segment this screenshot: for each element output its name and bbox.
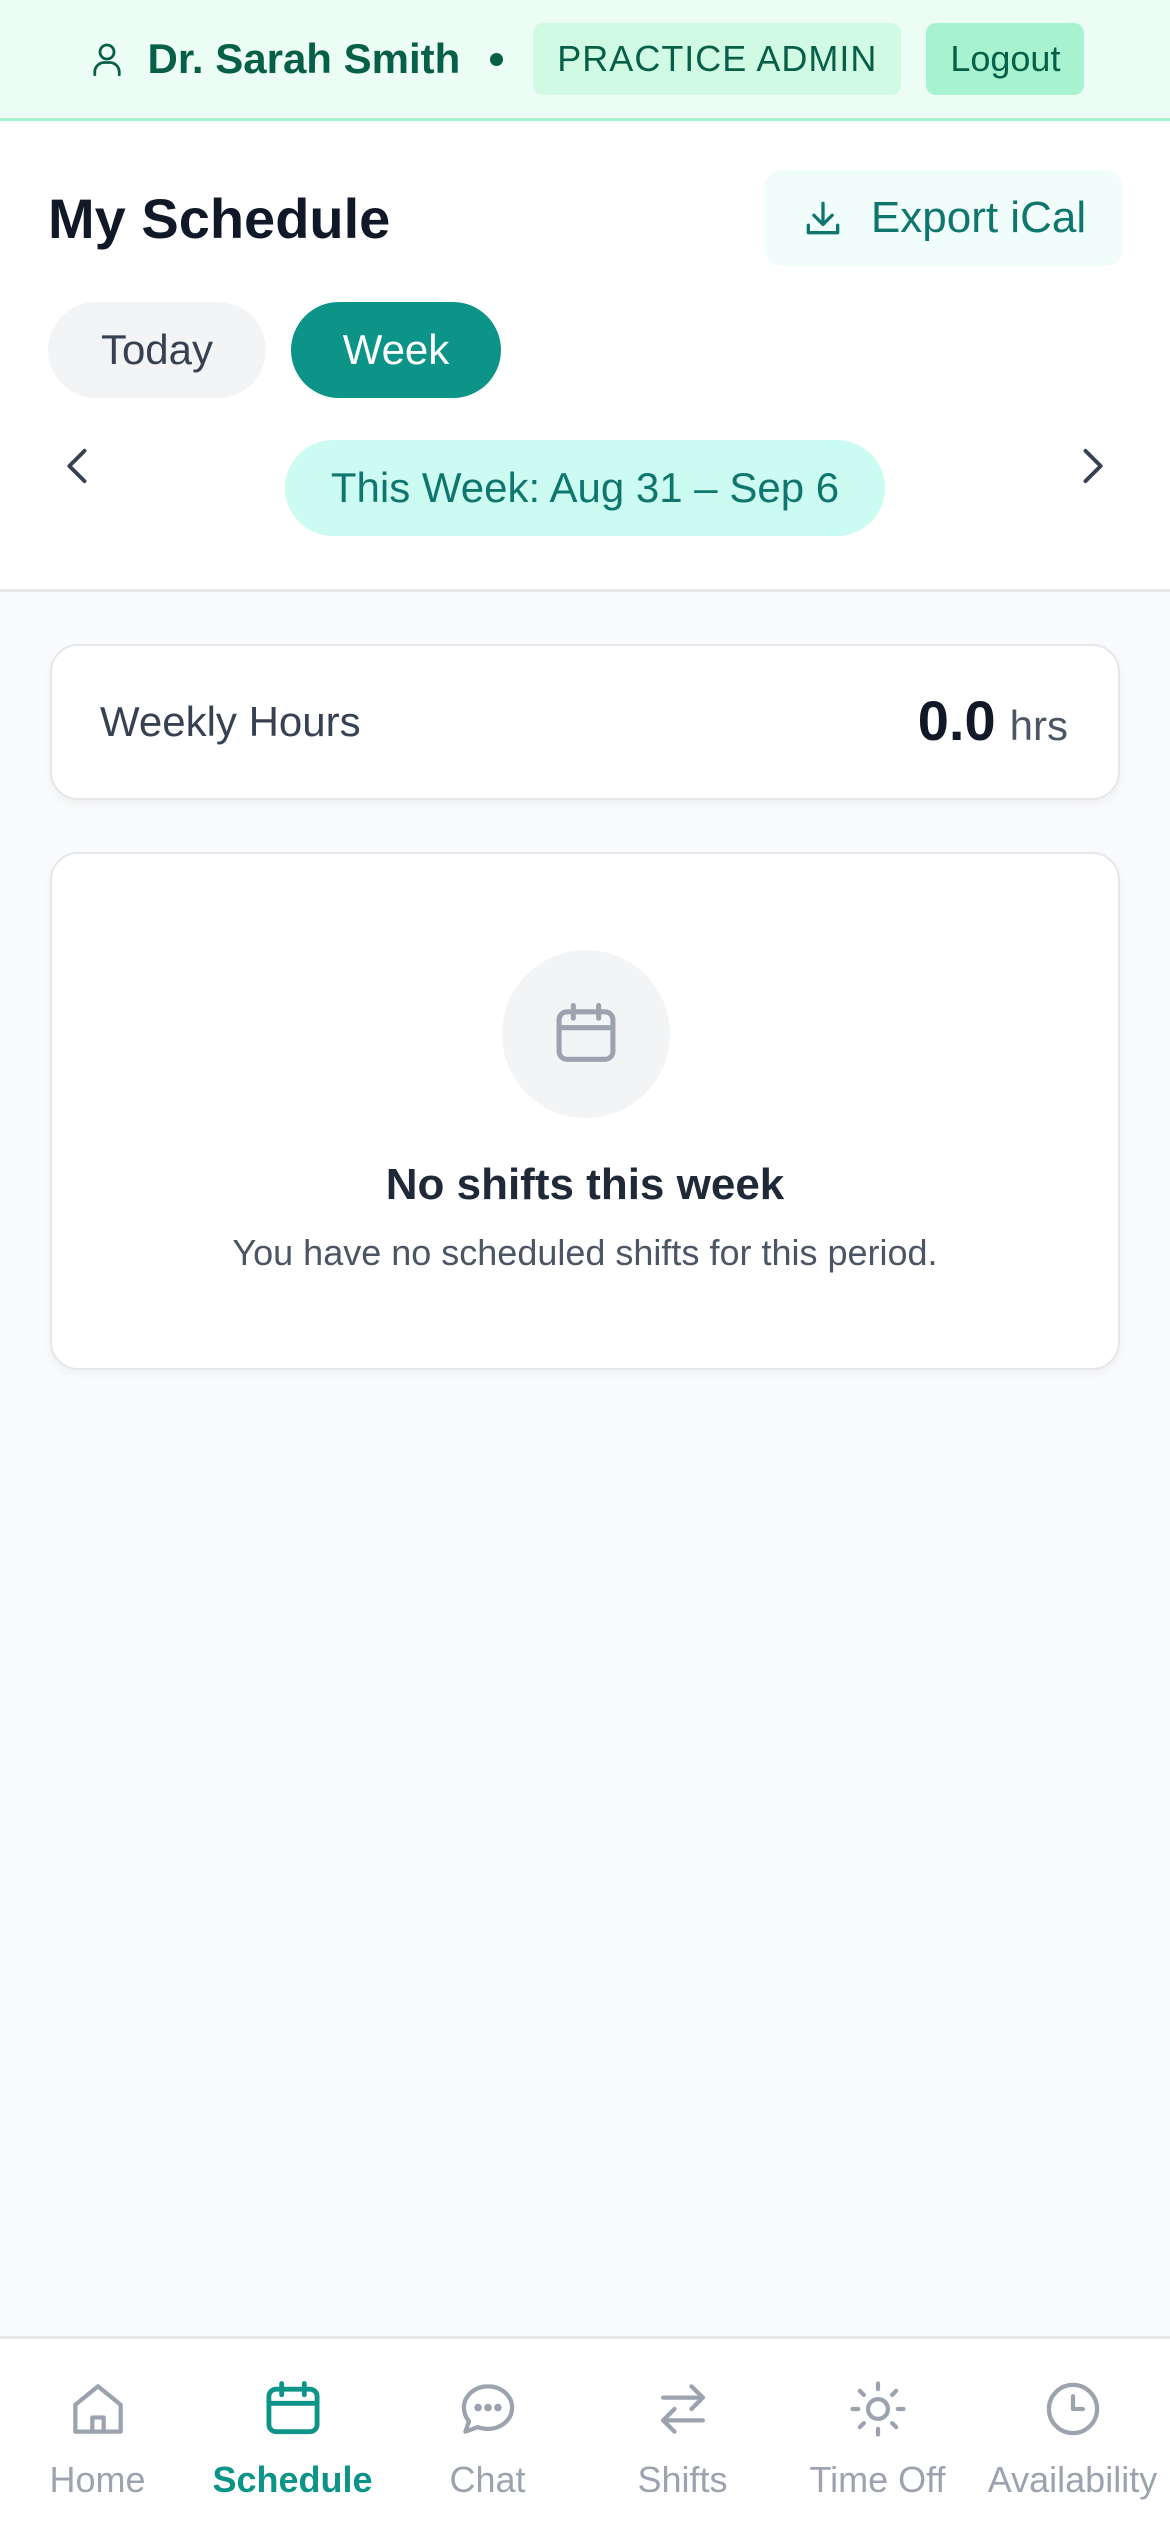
nav-label-home: Home	[49, 2459, 146, 2500]
nav-item-schedule[interactable]: Schedule	[195, 2339, 390, 2532]
empty-state-card: No shifts this week You have no schedule…	[50, 852, 1120, 1370]
home-icon	[64, 2375, 132, 2443]
nav-label-schedule: Schedule	[212, 2459, 373, 2500]
weekly-hours-label: Weekly Hours	[100, 698, 361, 745]
logout-button[interactable]: Logout	[926, 23, 1085, 95]
page-title: My Schedule	[48, 187, 391, 250]
nav-item-time-off[interactable]: Time Off	[780, 2339, 975, 2532]
separator-dot	[490, 52, 504, 66]
download-icon	[801, 196, 845, 240]
export-ical-button[interactable]: Export iCal	[765, 170, 1122, 266]
empty-state-subtitle: You have no scheduled shifts for this pe…	[232, 1232, 938, 1273]
top-bar: Dr. Sarah Smith PRACTICE ADMIN Logout	[0, 0, 1170, 121]
nav-item-availability[interactable]: Availability	[975, 2339, 1170, 2532]
chat-icon	[454, 2375, 522, 2443]
export-ical-label: Export iCal	[870, 193, 1087, 242]
chevron-right-icon[interactable]	[1062, 436, 1122, 496]
weekly-hours-value: 0.0 hrs	[918, 688, 1068, 753]
role-badge: PRACTICE ADMIN	[533, 23, 902, 95]
nav-item-shifts[interactable]: Shifts	[585, 2339, 780, 2532]
tab-week[interactable]: Week	[291, 302, 501, 398]
bottom-nav: Home Schedule Chat Shifts Time Off Avail…	[0, 2336, 1170, 2532]
calendar-icon	[502, 950, 670, 1118]
hours-number: 0.0	[917, 689, 996, 752]
tab-today[interactable]: Today	[48, 302, 266, 398]
chevron-left-icon[interactable]	[48, 436, 108, 496]
nav-label-shifts: Shifts	[637, 2459, 728, 2500]
calendar-icon	[259, 2375, 327, 2443]
weekly-hours-card: Weekly Hours 0.0 hrs	[50, 644, 1120, 800]
swap-icon	[649, 2375, 717, 2443]
sun-icon	[844, 2375, 912, 2443]
nav-label-time-off: Time Off	[809, 2459, 946, 2500]
clock-icon	[1039, 2375, 1107, 2443]
user-icon	[86, 38, 128, 80]
nav-label-chat: Chat	[449, 2459, 526, 2500]
week-range-label: This Week: Aug 31 – Sep 6	[285, 440, 885, 536]
nav-item-chat[interactable]: Chat	[390, 2339, 585, 2532]
hours-unit: hrs	[1009, 702, 1068, 749]
schedule-header: My Schedule Export iCal Today Week This …	[0, 124, 1170, 592]
empty-state-title: No shifts this week	[385, 1160, 785, 1209]
nav-item-home[interactable]: Home	[0, 2339, 195, 2532]
nav-label-availability: Availability	[987, 2459, 1158, 2500]
user-name: Dr. Sarah Smith	[147, 35, 461, 82]
